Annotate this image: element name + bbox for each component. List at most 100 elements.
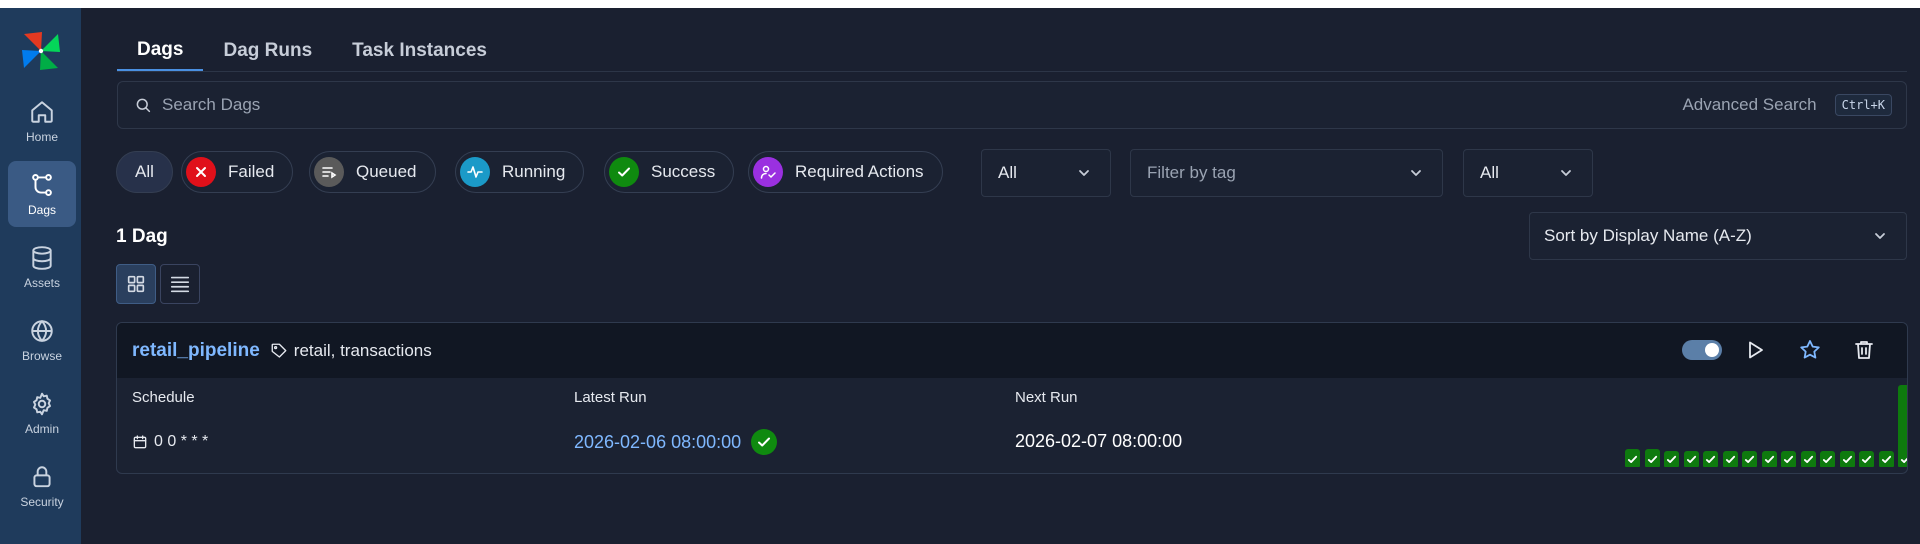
dag-card: retail_pipeline retail, transactions Sch… <box>116 322 1908 474</box>
owner-select[interactable]: All <box>1463 149 1593 197</box>
status-select-value: All <box>998 163 1017 182</box>
check-icon <box>1705 455 1716 463</box>
next-run-label: Next Run <box>1015 389 1078 406</box>
check-icon <box>1647 455 1658 463</box>
sidebar-item-label: Home <box>25 129 58 144</box>
run-bar[interactable] <box>1703 451 1718 467</box>
owner-select-value: All <box>1480 163 1499 182</box>
filter-failed-label: Failed <box>228 162 275 181</box>
sidebar-item-admin[interactable]: Admin <box>8 380 76 446</box>
running-icon <box>460 157 490 187</box>
chevron-down-icon <box>1079 170 1089 176</box>
star-icon[interactable] <box>1798 338 1822 362</box>
sidebar: Home Dags Assets Browse Admin Security <box>0 8 81 544</box>
home-icon <box>31 100 53 123</box>
recent-runs-bar-chart <box>1625 383 1907 467</box>
dag-count: 1 Dag <box>116 226 168 247</box>
queued-icon <box>314 157 344 187</box>
run-bar[interactable] <box>1879 451 1894 467</box>
sidebar-item-dags[interactable]: Dags <box>8 161 76 227</box>
latest-run-link[interactable]: 2026-02-06 08:00:00 <box>574 429 778 455</box>
run-bar[interactable] <box>1820 451 1835 467</box>
filter-running-label: Running <box>502 162 566 181</box>
filter-required-actions-chip[interactable]: Required Actions <box>748 151 943 193</box>
filter-success-label: Success <box>651 162 716 181</box>
filter-all-label: All <box>135 162 154 181</box>
search-input[interactable] <box>162 95 1683 115</box>
main-content: Dags Dag Runs Task Instances Advanced Se… <box>81 8 1920 544</box>
check-icon <box>1822 455 1833 463</box>
sidebar-item-label: Browse <box>21 348 62 363</box>
top-strip <box>0 0 1920 8</box>
tab-dags[interactable]: Dags <box>117 30 204 72</box>
failed-icon <box>186 157 216 187</box>
run-bar[interactable] <box>1684 451 1699 467</box>
check-icon <box>1725 455 1736 463</box>
sort-select[interactable]: Sort by Display Name (A-Z) <box>1529 212 1907 260</box>
card-view-button[interactable] <box>116 264 156 304</box>
tab-dag-runs[interactable]: Dag Runs <box>203 30 332 72</box>
dag-tags: retail, transactions <box>293 340 432 360</box>
sidebar-item-label: Assets <box>23 275 60 290</box>
database-icon <box>32 245 52 270</box>
gear-icon <box>33 392 51 415</box>
keyboard-shortcut-badge: Ctrl+K <box>1834 94 1892 116</box>
check-icon <box>1803 455 1814 463</box>
search-icon <box>136 98 151 113</box>
filter-failed-chip[interactable]: Failed <box>181 151 294 193</box>
success-icon <box>751 429 778 455</box>
check-icon <box>1881 455 1892 463</box>
sort-select-value: Sort by Display Name (A-Z) <box>1544 226 1752 245</box>
search-bar: Advanced Search Ctrl+K <box>117 81 1907 129</box>
check-icon <box>1744 455 1755 463</box>
tab-bar: Dags Dag Runs Task Instances <box>117 30 507 72</box>
toggle-knob <box>1705 343 1719 357</box>
airflow-logo-icon[interactable] <box>20 30 62 72</box>
advanced-search-link[interactable]: Advanced Search <box>1682 95 1816 115</box>
run-bar[interactable] <box>1723 451 1738 467</box>
user-check-icon <box>753 157 783 187</box>
globe-icon <box>31 319 53 342</box>
run-bar[interactable] <box>1762 451 1777 467</box>
filter-queued-chip[interactable]: Queued <box>309 151 436 193</box>
check-icon <box>1686 455 1697 463</box>
run-bar[interactable] <box>1859 451 1874 467</box>
run-bar[interactable] <box>1664 451 1679 467</box>
filter-success-chip[interactable]: Success <box>604 151 735 193</box>
sidebar-item-label: Security <box>20 494 64 509</box>
run-bar[interactable] <box>1898 385 1907 467</box>
schedule-value: 0 0 * * * <box>132 433 208 451</box>
filter-queued-label: Queued <box>356 162 417 181</box>
run-bar[interactable] <box>1625 449 1640 467</box>
play-icon[interactable] <box>1743 338 1767 362</box>
dag-card-header: retail_pipeline retail, transactions <box>117 323 1907 378</box>
next-run-date: 2026-02-07 08:00:00 <box>1015 431 1183 451</box>
schedule-cron: 0 0 * * * <box>154 433 209 450</box>
sidebar-item-security[interactable]: Security <box>8 453 76 519</box>
run-bar[interactable] <box>1742 451 1757 467</box>
trash-icon[interactable] <box>1852 338 1876 362</box>
run-bar[interactable] <box>1645 449 1660 467</box>
chevron-down-icon <box>1875 233 1885 239</box>
run-bar[interactable] <box>1801 451 1816 467</box>
dag-name-link[interactable]: retail_pipeline <box>132 340 260 362</box>
check-icon <box>1900 457 1907 463</box>
filter-all-chip[interactable]: All <box>116 151 173 193</box>
sidebar-item-home[interactable]: Home <box>8 88 76 154</box>
filter-running-chip[interactable]: Running <box>455 151 585 193</box>
table-view-button[interactable] <box>160 264 200 304</box>
sidebar-item-browse[interactable]: Browse <box>8 307 76 373</box>
check-icon <box>1842 455 1853 463</box>
run-bar[interactable] <box>1840 451 1855 467</box>
chevron-down-icon <box>1411 170 1421 176</box>
check-icon <box>1783 455 1794 463</box>
tab-divider <box>117 71 1907 72</box>
sidebar-item-assets[interactable]: Assets <box>8 234 76 300</box>
status-select[interactable]: All <box>981 149 1111 197</box>
chevron-down-icon <box>1561 170 1571 176</box>
pause-toggle[interactable] <box>1682 340 1722 360</box>
tag-filter-select[interactable]: Filter by tag <box>1130 149 1443 197</box>
run-bar[interactable] <box>1781 451 1796 467</box>
tag-icon <box>271 343 287 358</box>
tab-task-instances[interactable]: Task Instances <box>332 30 507 72</box>
